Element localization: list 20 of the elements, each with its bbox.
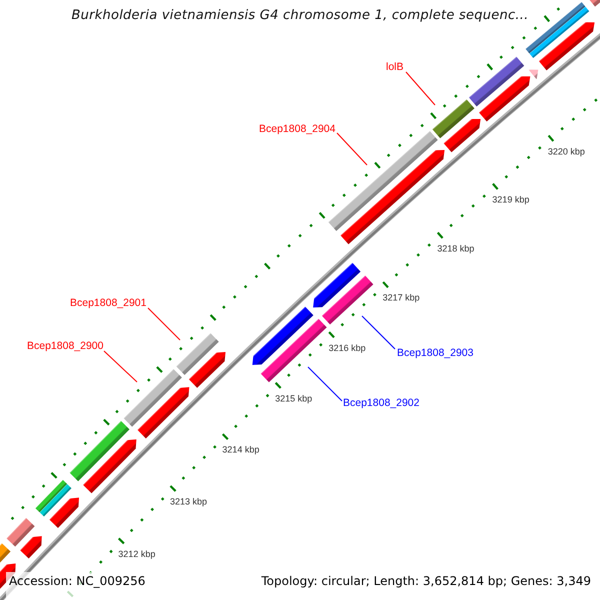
leader-line: [104, 350, 138, 382]
gene-label: Bcep1808_2901: [70, 297, 146, 309]
gene-label: Bcep1808_2903: [397, 347, 474, 359]
tick-label: 3215 kbp: [275, 393, 312, 404]
leader-line: [148, 308, 180, 340]
gene-label: Bcep1808_2904: [259, 123, 336, 135]
tick-label: 3220 kbp: [548, 146, 585, 156]
gene-label: Bcep1808_2900: [27, 340, 104, 352]
leader-line: [406, 72, 436, 106]
gene-label: lolB: [386, 61, 404, 73]
gene-label: Bcep1808_2902: [343, 397, 420, 409]
tick-label: 3214 kbp: [222, 444, 260, 455]
tick-label: 3219 kbp: [492, 194, 530, 204]
leader-line: [336, 132, 368, 166]
tick-label: 3213 kbp: [170, 496, 208, 506]
tick-label: 3218 kbp: [437, 243, 474, 254]
map-title: Burkholderia vietnamiensis G4 chromosome 1, complete sequenc...: [71, 7, 529, 25]
tick-label: 3216 kbp: [328, 342, 366, 353]
tick-label: 3212 kbp: [118, 548, 156, 559]
tick-label: 3217 kbp: [382, 292, 420, 303]
